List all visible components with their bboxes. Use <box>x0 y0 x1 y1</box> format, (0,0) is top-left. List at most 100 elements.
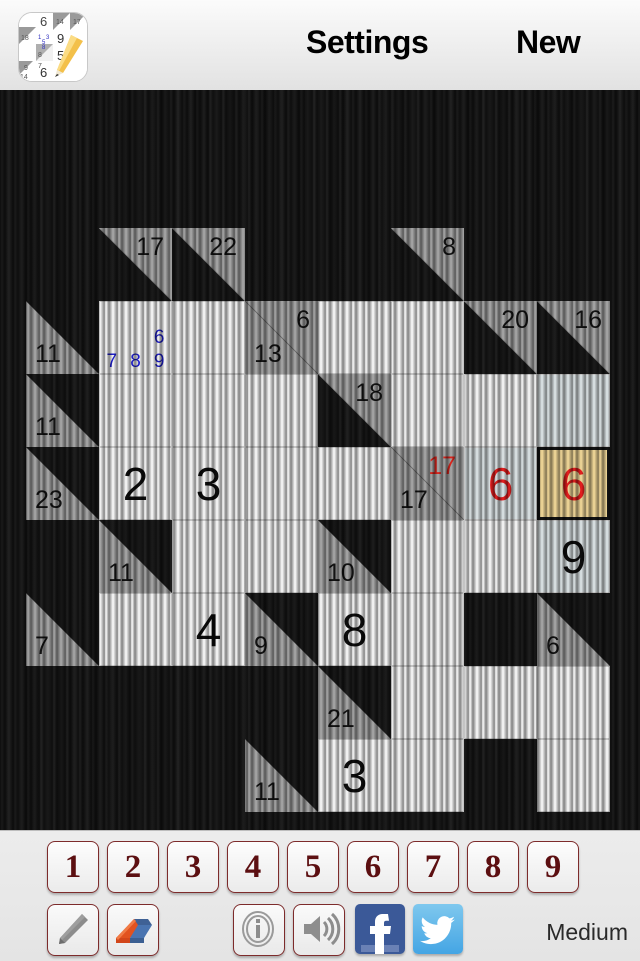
clue-cell: 11 <box>26 301 99 374</box>
puzzle-cell[interactable] <box>172 301 245 374</box>
puzzle-board[interactable]: 17 22 8 11 6 7 8 9 6 13 20 16 11 18 23 2 3 17 17 6 6 11 10 9 7 4 9… <box>0 90 640 830</box>
kakuro-grid[interactable]: 17 22 8 11 6 7 8 9 6 13 20 16 11 18 23 2 3 17 17 6 6 11 10 9 7 4 9… <box>26 228 610 885</box>
clue-across-number: 10 <box>327 559 355 587</box>
cell-value: 6 <box>487 457 514 510</box>
puzzle-cell[interactable] <box>172 520 245 593</box>
puzzle-cell[interactable] <box>537 666 610 739</box>
puzzle-cell[interactable] <box>391 374 464 447</box>
puzzle-cell[interactable] <box>245 374 318 447</box>
puzzle-cell[interactable] <box>245 447 318 520</box>
clue-across-number: 11 <box>254 778 280 806</box>
puzzle-cell[interactable] <box>99 374 172 447</box>
sound-button[interactable] <box>293 904 345 956</box>
facebook-button[interactable] <box>355 904 405 954</box>
number-button-9[interactable]: 9 <box>527 841 579 893</box>
eraser-icon <box>116 919 152 943</box>
puzzle-cell[interactable]: 3 <box>172 447 245 520</box>
pencil-mark: 9 <box>153 350 165 372</box>
clue-cell: 21 <box>318 666 391 739</box>
clue-cell: 6 13 <box>245 301 318 374</box>
pencil-mark: 6 <box>153 326 165 348</box>
clue-cell: 22 <box>172 228 245 301</box>
svg-text:17: 17 <box>73 19 81 26</box>
clue-across-number: 7 <box>35 632 49 660</box>
puzzle-cell[interactable] <box>391 520 464 593</box>
number-button-5[interactable]: 5 <box>287 841 339 893</box>
svg-text:6: 6 <box>40 65 47 80</box>
highlighted-cell[interactable]: 9 <box>537 520 610 593</box>
number-button-6[interactable]: 6 <box>347 841 399 893</box>
number-button-1[interactable]: 1 <box>47 841 99 893</box>
svg-text:18: 18 <box>21 35 29 42</box>
pencil-mark: 7 <box>106 350 118 372</box>
clue-cell: 7 <box>26 593 99 666</box>
puzzle-cell[interactable] <box>391 301 464 374</box>
twitter-icon <box>420 916 455 945</box>
puzzle-cell[interactable] <box>318 447 391 520</box>
puzzle-cell[interactable] <box>537 739 610 812</box>
bottom-toolbar: 123456789 Medium <box>0 830 640 961</box>
clue-down-number: 17 <box>428 452 456 480</box>
cell-value: 9 <box>560 530 587 583</box>
clue-cell: 17 <box>99 228 172 301</box>
clue-cell: 16 <box>537 301 610 374</box>
clue-across-number: 9 <box>254 632 268 660</box>
eraser-button[interactable] <box>107 904 159 956</box>
clue-cell: 17 17 <box>391 447 464 520</box>
number-button-8[interactable]: 8 <box>467 841 519 893</box>
puzzle-cell[interactable] <box>391 593 464 666</box>
cell-value: 3 <box>195 457 222 510</box>
cell-value: 3 <box>341 749 368 802</box>
clue-cell: 10 <box>318 520 391 593</box>
info-icon <box>242 911 274 947</box>
settings-button[interactable]: Settings <box>306 24 429 61</box>
puzzle-cell[interactable]: 2 <box>99 447 172 520</box>
puzzle-cell[interactable]: 4 <box>172 593 245 666</box>
clue-across-number: 23 <box>35 486 63 514</box>
clue-down-number: 22 <box>209 233 237 261</box>
clue-across-number: 11 <box>35 340 61 368</box>
highlighted-cell[interactable] <box>537 374 610 447</box>
info-button[interactable] <box>233 904 285 956</box>
puzzle-cell[interactable] <box>391 666 464 739</box>
puzzle-cell[interactable] <box>245 520 318 593</box>
puzzle-cell[interactable] <box>391 739 464 812</box>
clue-cell: 11 <box>26 374 99 447</box>
highlighted-cell[interactable]: 6 <box>464 447 537 520</box>
clue-down-number: 17 <box>136 233 164 261</box>
sound-icon <box>304 912 341 946</box>
svg-text:9: 9 <box>57 31 64 46</box>
number-button-2[interactable]: 2 <box>107 841 159 893</box>
pencil-button[interactable] <box>47 904 99 956</box>
header-bar: 6 14 17 18 9 5 8 7 9 14 6 13 58 Settings… <box>0 0 640 91</box>
clue-across-number: 11 <box>35 413 61 441</box>
app-icon[interactable]: 6 14 17 18 9 5 8 7 9 14 6 13 58 <box>18 12 88 82</box>
clue-cell: 11 <box>99 520 172 593</box>
number-button-4[interactable]: 4 <box>227 841 279 893</box>
puzzle-cell[interactable] <box>318 301 391 374</box>
puzzle-cell[interactable] <box>464 666 537 739</box>
puzzle-cell[interactable]: 6 789 <box>99 301 172 374</box>
puzzle-cell[interactable] <box>99 593 172 666</box>
clue-down-number: 20 <box>501 306 529 334</box>
svg-text:6: 6 <box>40 14 47 29</box>
puzzle-cell[interactable] <box>464 520 537 593</box>
number-button-7[interactable]: 7 <box>407 841 459 893</box>
pencil-mark <box>124 326 148 350</box>
svg-text:8: 8 <box>38 52 42 59</box>
app-icon-artwork: 6 14 17 18 9 5 8 7 9 14 6 13 58 <box>19 13 87 81</box>
number-button-3[interactable]: 3 <box>167 841 219 893</box>
puzzle-cell[interactable] <box>464 374 537 447</box>
cell-value: 2 <box>122 457 149 510</box>
clue-down-number: 16 <box>574 306 602 334</box>
selected-cell[interactable]: 6 <box>537 447 610 520</box>
twitter-button[interactable] <box>413 904 463 954</box>
puzzle-cell[interactable]: 8 <box>318 593 391 666</box>
clue-cell: 23 <box>26 447 99 520</box>
pencil-mark <box>100 326 124 350</box>
pencil-mark <box>147 302 171 326</box>
new-game-button[interactable]: New <box>516 24 581 61</box>
puzzle-cell[interactable] <box>172 374 245 447</box>
puzzle-cell[interactable]: 3 <box>318 739 391 812</box>
clue-down-number: 18 <box>355 379 383 407</box>
